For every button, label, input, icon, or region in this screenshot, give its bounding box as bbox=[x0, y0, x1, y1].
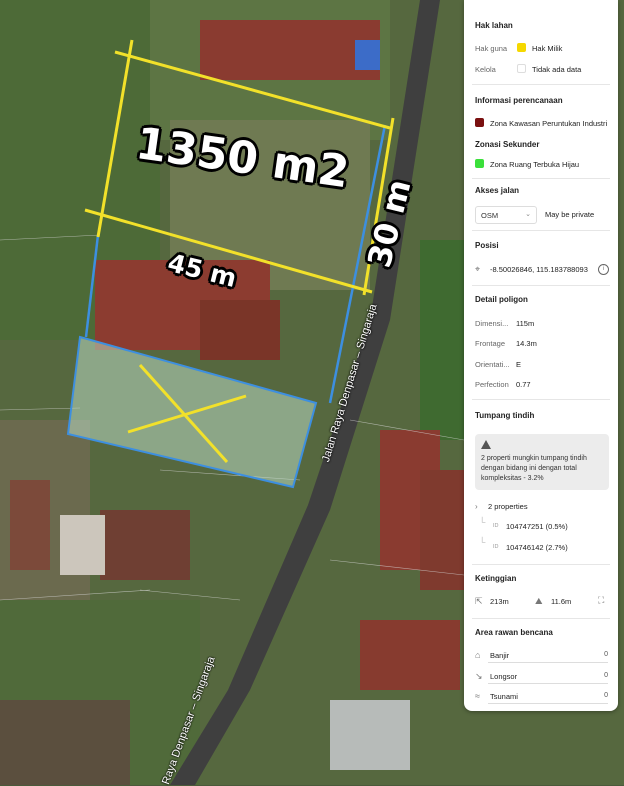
chevron-right-icon[interactable]: › bbox=[475, 502, 478, 511]
divider bbox=[472, 618, 610, 619]
hazard-value: 0 bbox=[604, 672, 608, 679]
divider bbox=[472, 84, 610, 85]
kelola-value: Tidak ada data bbox=[532, 65, 582, 74]
poligon-title: Detail poligon bbox=[475, 295, 528, 304]
height-icon: ⛰ bbox=[535, 596, 543, 606]
divider bbox=[472, 230, 610, 231]
hazard-label: Longsor bbox=[490, 672, 518, 681]
overlap-note-text: 2 properti mungkin tumpang tindih dengan… bbox=[481, 455, 587, 482]
elevation-value: 213m bbox=[490, 597, 509, 606]
warning-icon bbox=[481, 440, 491, 449]
poligon-row-label: Orientati... bbox=[475, 360, 510, 369]
poligon-row-label: Perfection bbox=[475, 380, 509, 389]
info-panel: Hak lahan Hak guna Hak Milik Kelola Tida… bbox=[464, 0, 618, 711]
sekunder-value: Zona Ruang Terbuka Hijau bbox=[490, 160, 580, 169]
landslide-icon: ↘ bbox=[475, 671, 483, 681]
poligon-row-label: Dimensi... bbox=[475, 319, 509, 328]
poligon-row-value: 14.3m bbox=[516, 339, 537, 348]
hazard-bar bbox=[488, 703, 608, 704]
akses-source-select[interactable]: OSM ⌄ bbox=[475, 206, 537, 224]
crosshair-icon: ⌖ bbox=[475, 264, 481, 274]
akses-source-value: OSM bbox=[481, 211, 499, 220]
poligon-row-label: Frontage bbox=[475, 339, 506, 348]
chevron-down-icon: ⌄ bbox=[525, 211, 531, 218]
id-label: ID bbox=[493, 544, 499, 550]
hazard-label: Tsunami bbox=[490, 692, 518, 701]
tree-connector-icon: └ bbox=[479, 517, 486, 527]
poligon-row-value: 115m bbox=[516, 319, 535, 328]
hazard-label: Banjir bbox=[490, 651, 510, 660]
perencanaan-title: Informasi perencanaan bbox=[475, 96, 563, 105]
hak-lahan-title: Hak lahan bbox=[475, 21, 513, 30]
divider bbox=[472, 178, 610, 179]
sekunder-title: Zonasi Sekunder bbox=[475, 140, 540, 149]
hazard-bar bbox=[488, 662, 608, 663]
expand-icon[interactable]: ⛶ bbox=[598, 596, 604, 605]
hak-guna-value: Hak Milik bbox=[532, 44, 563, 53]
hazard-bar bbox=[488, 683, 608, 684]
zona-swatch bbox=[475, 118, 484, 127]
overlap-item[interactable]: 104747251 (0.5%) bbox=[506, 522, 568, 531]
hak-guna-label: Hak guna bbox=[475, 44, 508, 53]
kelola-label: Kelola bbox=[475, 65, 496, 74]
properties-count[interactable]: 2 properties bbox=[488, 502, 528, 511]
id-label: ID bbox=[493, 523, 499, 529]
hazard-value: 0 bbox=[604, 651, 608, 658]
hazard-value: 0 bbox=[604, 692, 608, 699]
hak-milik-swatch bbox=[517, 43, 526, 52]
ketinggian-title: Ketinggian bbox=[475, 574, 517, 583]
tumpang-title: Tumpang tindih bbox=[475, 411, 535, 420]
akses-title: Akses jalan bbox=[475, 186, 520, 195]
sekunder-swatch bbox=[475, 159, 484, 168]
poligon-row-value: E bbox=[516, 360, 522, 369]
kelola-swatch bbox=[517, 64, 526, 73]
flood-icon: ⌂ bbox=[475, 650, 481, 660]
posisi-title: Posisi bbox=[475, 241, 499, 250]
zona-value: Zona Kawasan Peruntukan Industri bbox=[490, 119, 608, 128]
overlap-note: 2 properti mungkin tumpang tindih dengan… bbox=[475, 434, 609, 490]
info-icon[interactable]: i bbox=[598, 264, 609, 275]
overlap-item[interactable]: 104746142 (2.7%) bbox=[506, 543, 568, 552]
coords-value[interactable]: -8.50026846, 115.183788093 bbox=[490, 265, 588, 274]
height-value: 11.6m bbox=[551, 597, 572, 606]
tsunami-icon: ≈ bbox=[475, 691, 480, 701]
poligon-row-value: 0.77 bbox=[516, 380, 531, 389]
divider bbox=[472, 399, 610, 400]
divider bbox=[472, 285, 610, 286]
akses-value: May be private bbox=[545, 210, 595, 219]
bencana-title: Area rawan bencana bbox=[475, 628, 553, 637]
divider bbox=[472, 564, 610, 565]
tree-connector-icon: └ bbox=[479, 537, 486, 547]
elevation-icon: ⇱ bbox=[475, 596, 483, 606]
